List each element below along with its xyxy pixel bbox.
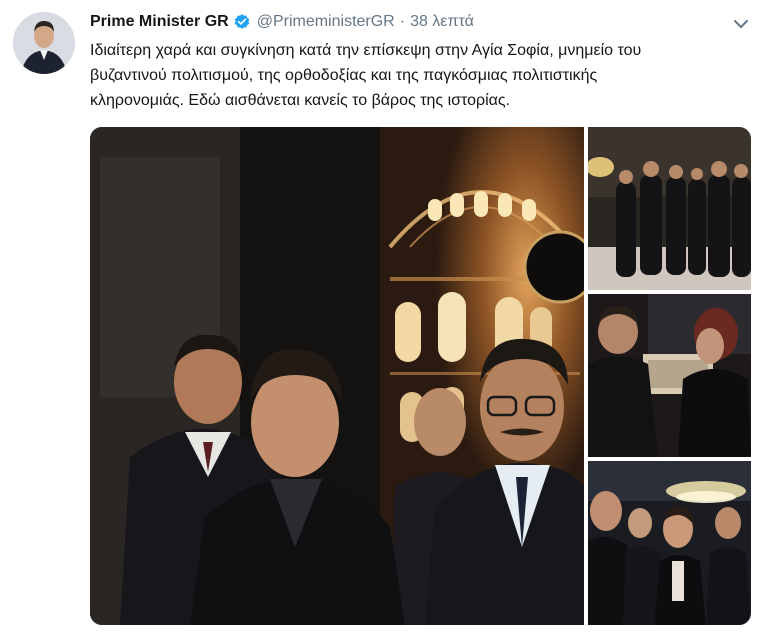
media-photo-2[interactable] — [588, 127, 751, 290]
tweet-text: Ιδιαίτερη χαρά και συγκίνηση κατά την επ… — [90, 38, 750, 113]
tweet-text-line: Ιδιαίτερη χαρά και συγκίνηση κατά την επ… — [90, 42, 642, 59]
media-photo-3[interactable] — [588, 294, 751, 457]
verified-badge-icon — [233, 13, 251, 31]
media-grid — [90, 127, 751, 625]
timestamp[interactable]: 38 λεπτά — [410, 13, 474, 31]
tweet-header: Prime Minister GR @PrimeministerGR · 38 … — [90, 11, 474, 33]
display-name[interactable]: Prime Minister GR — [90, 13, 229, 31]
separator-dot: · — [399, 13, 406, 30]
avatar[interactable] — [13, 12, 75, 74]
tweet-text-line: βυζαντινού πολιτισμού, της ορθοδοξίας κα… — [90, 67, 598, 84]
chevron-down-icon[interactable] — [733, 17, 749, 29]
media-photo-4[interactable] — [588, 461, 751, 625]
media-photo-main[interactable] — [90, 127, 584, 625]
tweet-text-line: κληρονομιάς. Εδώ αισθάνεται κανείς το βά… — [90, 92, 511, 109]
user-handle[interactable]: @PrimeministerGR — [257, 13, 395, 31]
tweet: Prime Minister GR @PrimeministerGR · 38 … — [0, 0, 770, 640]
